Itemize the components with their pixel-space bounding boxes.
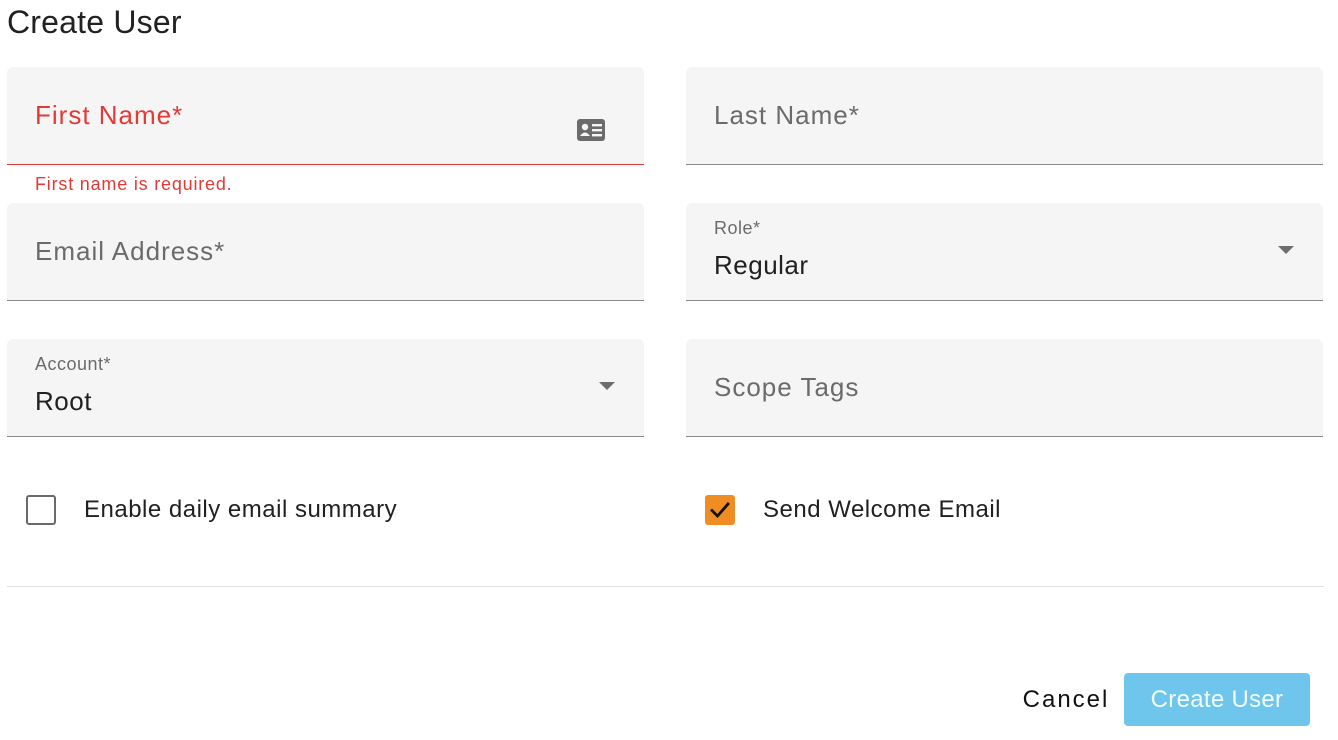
daily-summary-label[interactable]: Enable daily email summary	[84, 496, 397, 524]
email-field[interactable]: Email Address*	[7, 203, 644, 301]
first-name-error: First name is required.	[35, 174, 233, 194]
last-name-field[interactable]: Last Name*	[686, 67, 1323, 165]
welcome-email-label[interactable]: Send Welcome Email	[763, 496, 1001, 524]
create-user-button[interactable]: Create User	[1124, 673, 1310, 726]
role-select[interactable]: Role* Regular	[686, 203, 1323, 301]
page-title: Create User	[7, 4, 182, 40]
account-select[interactable]: Account* Root	[7, 339, 644, 437]
divider	[7, 586, 1324, 587]
checkmark-icon	[710, 502, 730, 519]
scope-tags-field[interactable]: Scope Tags	[686, 339, 1323, 437]
email-label: Email Address*	[35, 236, 226, 266]
first-name-label: First Name*	[35, 100, 184, 130]
role-value: Regular	[714, 250, 809, 280]
dropdown-arrow-icon	[599, 382, 615, 390]
cancel-button[interactable]: Cancel	[1012, 673, 1120, 726]
account-label: Account*	[35, 354, 112, 374]
scope-tags-label: Scope Tags	[714, 372, 860, 402]
role-label: Role*	[714, 218, 761, 238]
last-name-label: Last Name*	[714, 100, 860, 130]
dropdown-arrow-icon	[1278, 246, 1294, 254]
account-value: Root	[35, 386, 92, 416]
daily-summary-checkbox[interactable]	[26, 495, 56, 525]
welcome-email-checkbox[interactable]	[705, 495, 735, 525]
first-name-field[interactable]: First Name*	[7, 67, 644, 165]
contact-card-icon	[577, 119, 605, 141]
